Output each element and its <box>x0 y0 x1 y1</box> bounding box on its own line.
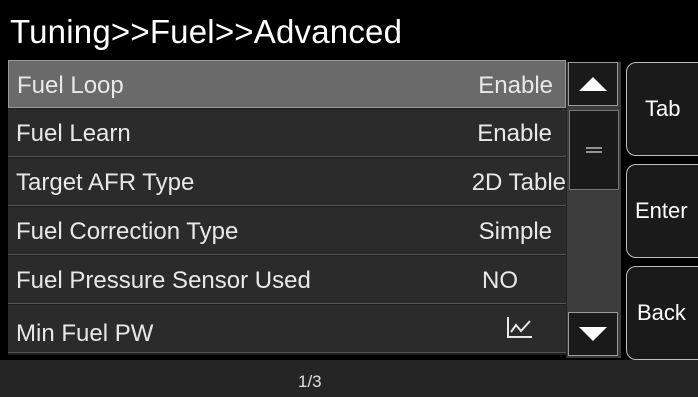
page-title: Tuning>>Fuel>>Advanced <box>10 13 403 50</box>
scroll-up-button[interactable] <box>568 62 618 106</box>
list-scrollbar[interactable] <box>566 62 621 358</box>
tab-button[interactable]: Tab <box>626 62 698 156</box>
list-item-label: Fuel Pressure Sensor Used <box>16 267 311 294</box>
grip-icon <box>586 147 602 153</box>
tab-button-label: Tab <box>645 96 681 121</box>
list-item-min-fuel-pw[interactable]: Min Fuel PW <box>8 305 566 353</box>
list-item-label: Min Fuel PW <box>16 320 154 347</box>
list-item-value: Simple <box>478 218 552 245</box>
scroll-thumb[interactable] <box>569 110 619 190</box>
list-item-value: 2D Table <box>471 169 566 196</box>
footer: 1/3 <box>0 360 698 397</box>
page-indicator: 1/3 <box>298 372 322 391</box>
settings-list: Fuel Loop Enable Fuel Learn Enable Targe… <box>8 60 566 355</box>
list-item-value: Enable <box>478 72 553 99</box>
list-item-label: Fuel Loop <box>17 72 124 99</box>
triangle-down-icon <box>579 327 607 341</box>
list-item-label: Fuel Correction Type <box>16 218 239 245</box>
screen: Tuning>>Fuel>>Advanced Fuel Loop Enable … <box>0 0 698 397</box>
triangle-up-icon <box>579 77 607 91</box>
title-bar: Tuning>>Fuel>>Advanced <box>0 0 698 60</box>
enter-button-label: Enter <box>635 198 688 223</box>
list-item-fuel-correction-type[interactable]: Fuel Correction Type Simple <box>8 207 566 255</box>
graph-icon[interactable] <box>506 315 534 339</box>
list-item-value: NO <box>482 267 518 294</box>
back-button-label: Back <box>637 300 686 325</box>
back-button[interactable]: Back <box>626 266 698 360</box>
scroll-down-button[interactable] <box>568 312 618 356</box>
list-item-target-afr-type[interactable]: Target AFR Type 2D Table <box>8 158 566 206</box>
list-item-value: Enable <box>477 120 552 147</box>
list-item-fuel-pressure-sensor-used[interactable]: Fuel Pressure Sensor Used NO <box>8 256 566 304</box>
list-item-label: Fuel Learn <box>16 120 131 147</box>
list-item-fuel-learn[interactable]: Fuel Learn Enable <box>8 109 566 157</box>
list-item-fuel-loop[interactable]: Fuel Loop Enable <box>8 60 566 108</box>
enter-button[interactable]: Enter <box>626 164 698 258</box>
list-item-label: Target AFR Type <box>16 169 195 196</box>
